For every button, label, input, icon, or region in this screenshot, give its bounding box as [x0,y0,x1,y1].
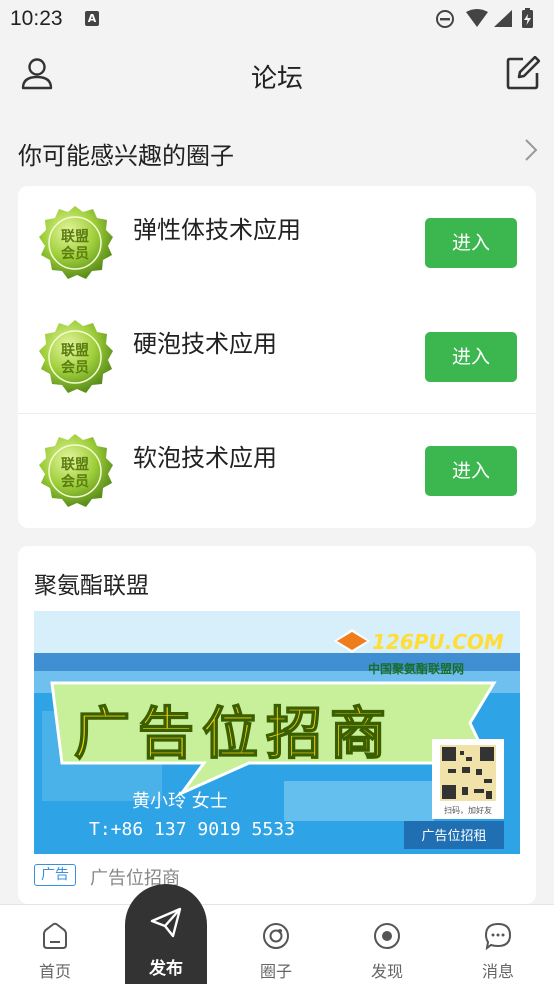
tab-home[interactable]: 首页 [0,905,110,984]
ad-tag: 广告 [34,864,76,886]
banner-headline: 广告位招商 [74,702,394,767]
notification-a-icon: A [85,11,99,26]
tab-messages[interactable]: 消息 [443,905,553,984]
enter-circle-button[interactable]: 进入 [425,332,517,382]
circle-item: 联盟 会员 硬泡技术应用 进入 [18,300,536,414]
badge-text-bottom: 会员 [61,245,89,262]
tab-publish[interactable]: 发布 [125,884,207,984]
page-title: 论坛 [250,64,303,94]
member-badge-icon: 联盟 会员 [36,204,114,282]
status-icons [434,8,544,30]
compose-icon[interactable] [506,55,541,94]
badge-text-top: 联盟 [61,343,89,359]
send-icon [149,906,183,944]
member-badge-icon: 联盟 会员 [36,432,114,510]
dnd-icon [436,10,454,28]
ad-banner[interactable]: 广告位招租 126PU.COM 中国聚氨酯联盟网 广告位招商 黄小玲 女士 T:… [34,611,520,854]
tab-circles[interactable]: 圈子 [221,905,331,984]
badge-text-bottom: 会员 [61,473,89,490]
app-bar: 论坛 [0,38,554,110]
circle-name[interactable]: 弹性体技术应用 [133,210,301,245]
member-badge-icon: 联盟 会员 [36,318,114,396]
banner-brand: 126PU.COM [372,630,504,654]
banner-phone: T:+86 137 9019 5533 [89,819,295,840]
tab-discover-label: 发现 [370,962,403,981]
tab-discover[interactable]: 发现 [332,905,442,984]
status-time: 10:23 [10,7,63,30]
tab-messages-label: 消息 [481,962,514,981]
banner-contact: 黄小玲 女士 [132,791,228,812]
recommended-circles-header[interactable]: 你可能感兴趣的圈子 [0,128,554,172]
chevron-right-icon [524,138,538,166]
enter-circle-button[interactable]: 进入 [425,446,517,496]
battery-icon [522,8,533,28]
enter-circle-button[interactable]: 进入 [425,218,517,268]
discover-icon [373,922,401,954]
signal-icon [494,10,512,27]
message-icon [484,922,512,954]
tab-circles-label: 圈子 [259,962,292,981]
home-icon [41,922,69,954]
section-heading: 你可能感兴趣的圈子 [18,142,234,170]
qr-caption: 扫码，加好友 [444,805,492,815]
bottom-tab-bar: 首页 圈子 发现 消息 [0,904,554,984]
badge-text-top: 联盟 [61,457,89,473]
recommended-circles-card: 联盟 会员 弹性体技术应用 进入 联盟 会员 硬泡技术应用 进入 联盟 会员 软… [18,186,536,528]
banner-brand-sub: 中国聚氨酯联盟网 [368,661,464,676]
tab-publish-label: 发布 [149,959,183,979]
circle-item: 联盟 会员 软泡技术应用 进入 [18,414,536,528]
ad-card: 聚氨酯联盟 广告位招租 126PU.COM 中国聚氨酯联盟网 广告位招商 黄小玲… [18,546,536,904]
circle-name[interactable]: 硬泡技术应用 [133,324,277,359]
badge-text-top: 联盟 [61,229,89,245]
circle-icon [262,922,290,954]
tab-home-label: 首页 [38,962,71,981]
badge-text-bottom: 会员 [61,359,89,376]
circle-item: 联盟 会员 弹性体技术应用 进入 [18,186,536,300]
ad-card-title: 聚氨酯联盟 [34,573,149,599]
banner-corner-button: 广告位招租 [421,829,486,844]
circle-name[interactable]: 软泡技术应用 [133,438,277,473]
wifi-icon [466,9,488,27]
status-bar: 10:23 A [0,0,554,38]
